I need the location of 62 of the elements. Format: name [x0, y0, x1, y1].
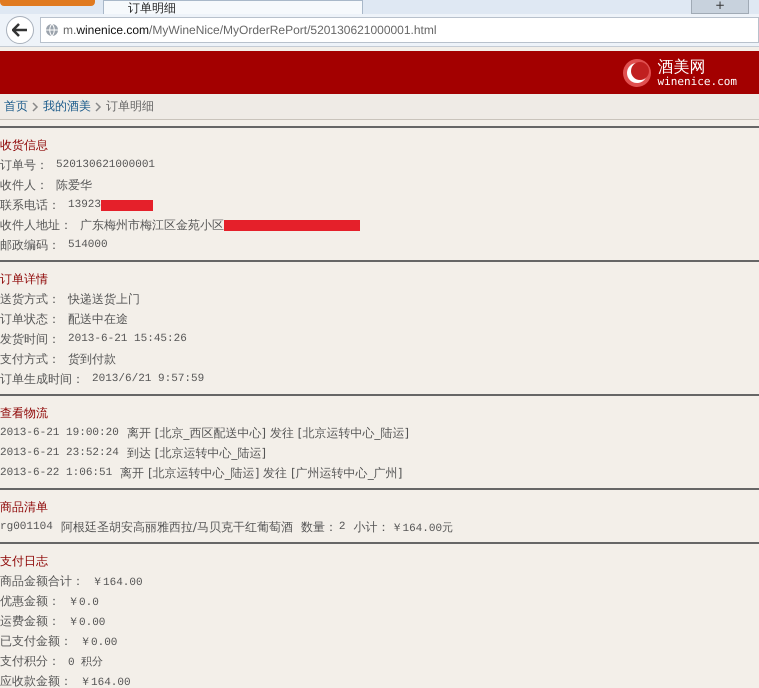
- breadcrumb-link[interactable]: 我的酒美: [43, 98, 91, 115]
- globe-icon: [45, 23, 59, 37]
- subtotal-value: ￥164.00元: [391, 521, 454, 534]
- field-label: 运费金额：: [0, 612, 60, 630]
- log-time: 2013-6-21 23:52:24: [0, 447, 119, 459]
- address-field[interactable]: m.winenice.com/MyWineNice/MyOrderRePort/520130621000001.html: [40, 17, 759, 43]
- quantity-label: 数量：: [300, 518, 337, 536]
- field-label: 应收款金额：: [0, 672, 72, 688]
- field-value: 0 积分: [68, 655, 104, 668]
- field-label: 订单号：: [0, 156, 48, 174]
- browser-tab[interactable]: 订单明细: [103, 0, 363, 14]
- section-title: 商品清单: [0, 499, 49, 516]
- field-value: ￥164.00: [80, 676, 131, 688]
- logo-name: 酒美网: [658, 58, 707, 76]
- back-arrow-icon: [12, 23, 28, 37]
- field-value: 陈爱华: [56, 176, 92, 194]
- breadcrumb-link[interactable]: 首页: [4, 98, 28, 115]
- section-title: 收货信息: [0, 137, 49, 154]
- field-label: 订单状态：: [0, 310, 60, 328]
- field-label: 优惠金额：: [0, 592, 60, 610]
- field-label: 订单生成时间：: [0, 370, 84, 388]
- field-value: 2013/6/21 9:57:59: [92, 373, 204, 385]
- chevron-icon: [32, 102, 39, 112]
- logo-icon: [622, 58, 652, 88]
- subtotal-label: 小计：: [353, 518, 390, 536]
- section-title: 订单详情: [0, 271, 49, 288]
- back-button[interactable]: [6, 16, 34, 44]
- field-label: 邮政编码：: [0, 236, 60, 254]
- chevron-icon: [95, 102, 102, 112]
- product-code: rg001104: [0, 521, 53, 533]
- field-value: ￥0.00: [80, 636, 118, 648]
- log-text: 到达 [北京运转中心_陆运]: [126, 444, 266, 462]
- field-value: 2013-6-21 15:45:26: [68, 333, 187, 345]
- section-title: 查看物流: [0, 405, 49, 422]
- new-tab-button[interactable]: +: [691, 0, 749, 14]
- logo-domain: winenice.com: [658, 76, 737, 88]
- field-label: 收件人：: [0, 176, 48, 194]
- field-label: 送货方式：: [0, 290, 60, 308]
- field-value: 514000: [68, 239, 108, 251]
- field-label: 收件人地址：: [0, 216, 72, 234]
- field-label: 联系电话：: [0, 196, 60, 214]
- field-label: 支付方式：: [0, 350, 60, 368]
- field-label: 支付积分：: [0, 652, 60, 670]
- field-label: 发货时间：: [0, 330, 60, 348]
- field-value: ￥164.00: [92, 576, 143, 588]
- section-title: 支付日志: [0, 553, 49, 570]
- log-time: 2013-6-22 1:06:51: [0, 467, 112, 479]
- field-label: 已支付金额：: [0, 632, 72, 650]
- field-value: 13923: [68, 199, 102, 211]
- product-name: 阿根廷圣胡安高丽雅西拉/马贝克干红葡萄酒: [60, 518, 293, 536]
- field-value: 520130621000001: [56, 159, 156, 171]
- field-value: 广东梅州市梅江区金苑小区: [80, 216, 224, 234]
- quantity-value: 2: [338, 521, 346, 533]
- log-time: 2013-6-21 19:00:20: [0, 427, 119, 439]
- field-value: ￥0.00: [68, 616, 106, 628]
- field-value: ￥0.0: [68, 596, 99, 608]
- field-value: 快递送货上门: [68, 290, 140, 308]
- field-value: 配送中在途: [68, 310, 128, 328]
- log-text: 离开 [北京_西区配送中心] 发往 [北京运转中心_陆运]: [126, 424, 409, 442]
- field-label: 商品金额合计：: [0, 572, 84, 590]
- field-value: 货到付款: [68, 350, 116, 368]
- log-text: 离开 [北京运转中心_陆运] 发往 [广州运转中心_广州]: [120, 464, 402, 482]
